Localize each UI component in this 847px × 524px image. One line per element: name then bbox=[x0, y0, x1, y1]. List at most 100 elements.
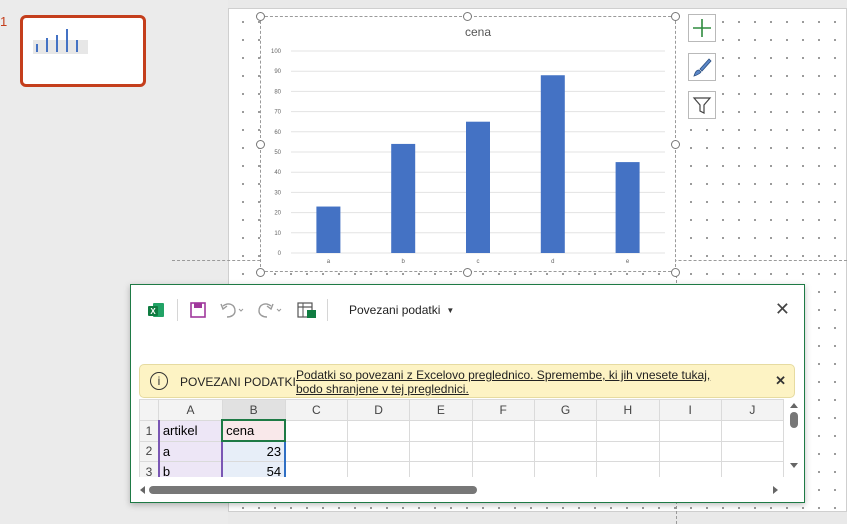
resize-handle-top-right[interactable] bbox=[671, 12, 680, 21]
cell[interactable] bbox=[346, 461, 411, 477]
cell[interactable] bbox=[596, 461, 660, 477]
vertical-scrollbar[interactable] bbox=[788, 402, 800, 476]
cell[interactable] bbox=[533, 461, 598, 477]
spreadsheet-table[interactable]: A B C D E F G H I J 1 artikel cena 2 a 2… bbox=[139, 399, 784, 477]
column-header[interactable]: B bbox=[221, 399, 286, 421]
resize-handle-left[interactable] bbox=[256, 140, 265, 149]
row-header[interactable]: 1 bbox=[139, 419, 160, 442]
table-row: 3 b 54 bbox=[139, 461, 784, 477]
cell[interactable] bbox=[658, 419, 722, 442]
cell[interactable] bbox=[409, 461, 473, 477]
linked-data-dropdown[interactable]: Povezani podatki ▼ bbox=[349, 299, 454, 321]
column-header[interactable]: F bbox=[471, 399, 535, 421]
funnel-icon bbox=[692, 97, 712, 114]
resize-handle-top[interactable] bbox=[463, 12, 472, 21]
y-tick-label: 60 bbox=[274, 130, 281, 136]
chart-elements-button[interactable] bbox=[688, 14, 716, 42]
scroll-right-arrow-icon bbox=[773, 486, 778, 494]
cell[interactable] bbox=[658, 461, 722, 477]
linked-data-window: X Povezani podatki ▼ ✕ i POVEZANI PODATK… bbox=[130, 284, 805, 503]
column-header-row: A B C D E F G H I J bbox=[139, 399, 784, 421]
column-header[interactable]: E bbox=[409, 399, 473, 421]
cell[interactable] bbox=[596, 440, 660, 462]
cell[interactable] bbox=[471, 461, 535, 477]
cell-a2[interactable]: a bbox=[157, 440, 224, 462]
chart-filters-button[interactable] bbox=[688, 91, 716, 119]
info-bar-close-button[interactable]: ✕ bbox=[775, 373, 786, 389]
resize-handle-top-left[interactable] bbox=[256, 12, 265, 21]
cell[interactable] bbox=[720, 440, 784, 462]
resize-handle-bottom[interactable] bbox=[463, 268, 472, 277]
table-row: 2 a 23 bbox=[139, 440, 784, 462]
slide-number: 1 bbox=[0, 14, 8, 29]
cell[interactable] bbox=[471, 419, 535, 442]
toolbar-separator bbox=[327, 299, 328, 321]
scroll-thumb bbox=[149, 486, 477, 494]
cell[interactable] bbox=[409, 419, 473, 442]
open-in-excel-button[interactable] bbox=[297, 299, 317, 321]
cell-a1[interactable]: artikel bbox=[157, 419, 223, 442]
column-header[interactable]: C bbox=[284, 399, 348, 421]
plus-icon bbox=[693, 19, 711, 37]
cell-b3[interactable]: 54 bbox=[221, 461, 287, 477]
slide-thumbnail[interactable] bbox=[20, 15, 146, 87]
y-tick-label: 50 bbox=[274, 150, 281, 156]
column-header[interactable]: I bbox=[658, 399, 722, 421]
cell[interactable] bbox=[720, 419, 784, 442]
column-header[interactable]: A bbox=[158, 399, 223, 421]
paintbrush-icon bbox=[693, 58, 712, 77]
linked-data-toolbar: X Povezani podatki ▼ ✕ bbox=[131, 285, 804, 335]
column-header[interactable]: G bbox=[533, 399, 598, 421]
chart-object[interactable]: cena 0 10 20 30 40 50 60 70 80 90 100 a b c d e bbox=[260, 16, 676, 272]
info-bar-message[interactable]: Podatki so povezani z Excelovo pregledni… bbox=[296, 368, 736, 396]
spreadsheet-icon bbox=[297, 302, 316, 318]
cell[interactable] bbox=[533, 419, 598, 442]
redo-button[interactable] bbox=[257, 299, 283, 321]
save-button[interactable] bbox=[189, 299, 207, 321]
cell[interactable] bbox=[284, 419, 348, 442]
cell[interactable] bbox=[284, 440, 348, 462]
cell[interactable] bbox=[720, 461, 784, 477]
x-tick-label: c bbox=[477, 259, 480, 265]
undo-button[interactable] bbox=[219, 299, 245, 321]
resize-handle-bottom-left[interactable] bbox=[256, 268, 265, 277]
scroll-up-arrow-icon bbox=[790, 403, 798, 408]
x-tick-label: b bbox=[402, 259, 406, 265]
resize-handle-bottom-right[interactable] bbox=[671, 268, 680, 277]
linked-data-info-bar: i POVEZANI PODATKI Podatki so povezani z… bbox=[139, 364, 795, 398]
cell-b2[interactable]: 23 bbox=[221, 440, 287, 462]
y-tick-label: 30 bbox=[274, 190, 281, 196]
chevron-down-icon: ▼ bbox=[446, 305, 455, 315]
close-button[interactable]: ✕ bbox=[775, 299, 790, 320]
row-header[interactable]: 2 bbox=[139, 440, 160, 462]
cell-b1[interactable]: cena bbox=[221, 419, 287, 442]
cell[interactable] bbox=[346, 419, 411, 442]
cell[interactable] bbox=[533, 440, 598, 462]
chart-styles-button[interactable] bbox=[688, 53, 716, 81]
column-header[interactable]: H bbox=[596, 399, 660, 421]
y-tick-label: 0 bbox=[278, 251, 282, 257]
info-bar-title: POVEZANI PODATKI bbox=[180, 375, 296, 389]
select-all-corner[interactable] bbox=[139, 399, 160, 421]
cell[interactable] bbox=[471, 440, 535, 462]
chart-title: cena bbox=[465, 25, 491, 39]
bar bbox=[466, 121, 490, 253]
column-header[interactable]: D bbox=[346, 399, 411, 421]
y-tick-label: 10 bbox=[274, 231, 281, 237]
cell[interactable] bbox=[284, 461, 348, 477]
bar bbox=[316, 206, 341, 253]
cell[interactable] bbox=[409, 440, 473, 462]
horizontal-scrollbar[interactable] bbox=[139, 483, 784, 495]
cell[interactable] bbox=[346, 440, 411, 462]
resize-handle-right[interactable] bbox=[671, 140, 680, 149]
bar bbox=[615, 162, 640, 253]
column-header[interactable]: J bbox=[720, 399, 784, 421]
cell[interactable] bbox=[596, 419, 660, 442]
undo-icon bbox=[220, 303, 244, 318]
cell-a3[interactable]: b bbox=[157, 461, 224, 477]
row-header[interactable]: 3 bbox=[139, 461, 160, 477]
cell[interactable] bbox=[658, 440, 722, 462]
x-tick-label: d bbox=[551, 259, 554, 265]
excel-icon: X bbox=[148, 303, 164, 317]
spreadsheet-grid[interactable]: A B C D E F G H I J 1 artikel cena 2 a 2… bbox=[139, 399, 784, 477]
